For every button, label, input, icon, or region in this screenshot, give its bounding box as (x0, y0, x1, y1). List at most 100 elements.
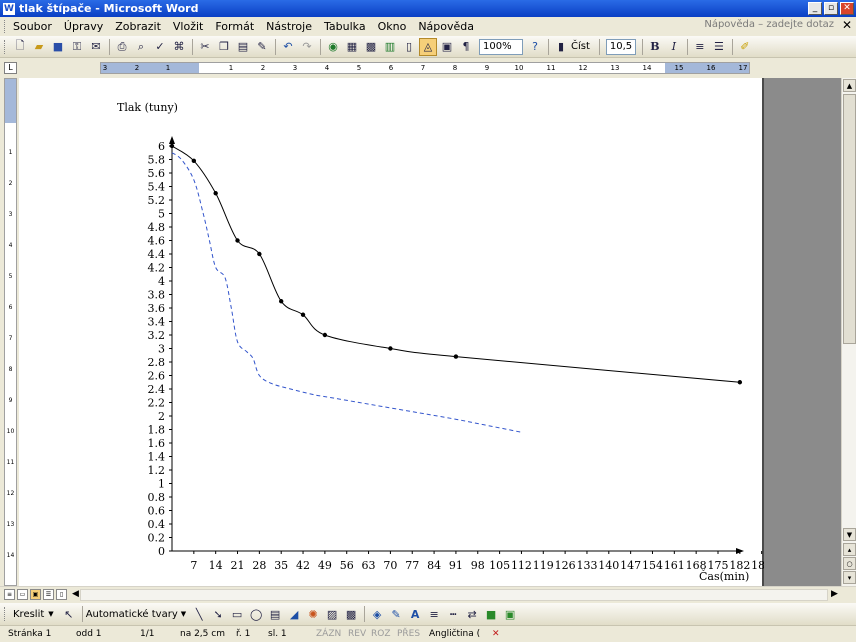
arrow-icon[interactable]: ➘ (209, 605, 227, 623)
close-document-button[interactable]: ✕ (842, 18, 852, 32)
draw-menu[interactable]: Kreslit (13, 609, 44, 620)
save-icon[interactable]: ■ (49, 38, 67, 56)
help-icon[interactable]: ? (526, 38, 544, 56)
menu-grip[interactable] (4, 20, 7, 33)
horizontal-scroll-track[interactable] (80, 589, 828, 601)
drawing-icon[interactable]: ◬ (419, 37, 437, 56)
diagram-icon[interactable]: ✺ (304, 605, 322, 623)
web-view-button[interactable]: ▭ (17, 589, 28, 600)
dash-style-icon[interactable]: ┅ (444, 605, 462, 623)
font-size-select[interactable]: 10,5 (605, 38, 636, 55)
help-search-box[interactable]: Nápověda – zadejte dotaz (704, 19, 834, 30)
open-icon[interactable]: ▰ (30, 38, 48, 56)
restore-button[interactable]: ▫ (824, 2, 838, 15)
arrow-style-icon[interactable]: ⇄ (463, 605, 481, 623)
fill-color-icon[interactable]: ◈ (368, 605, 386, 623)
menu-okno[interactable]: Okno (378, 20, 407, 33)
document-page[interactable]: 0 0.2 0.4 0.6 0.8 1 1.2 1.4 1.6 1.8 2 2.2 2.4 2.6 2.8 3… (19, 78, 772, 586)
font-color-icon[interactable]: A (406, 605, 424, 623)
line-color-icon[interactable]: ✎ (387, 605, 405, 623)
insert-excel-icon[interactable]: ▥ (381, 38, 399, 56)
scroll-left-icon[interactable]: ◀ (72, 589, 79, 599)
format-painter-icon[interactable]: ✎ (253, 38, 271, 56)
scroll-up-button[interactable]: ▲ (843, 79, 856, 92)
permission-icon[interactable]: ⚿ (68, 38, 86, 56)
hyperlink-icon[interactable]: ◉ (324, 38, 342, 56)
spelling-icon[interactable]: ✓ (151, 38, 169, 56)
menu-zobrazit[interactable]: Zobrazit (115, 20, 161, 33)
highlight-icon[interactable]: ✐ (736, 38, 754, 56)
status-language[interactable]: Angličtina ( (429, 629, 480, 639)
3d-icon[interactable]: ▣ (501, 605, 519, 623)
read-icon[interactable]: ▮ (552, 38, 570, 56)
toolbar-separator (364, 606, 366, 622)
italic-button[interactable]: I (665, 38, 683, 56)
print-icon[interactable]: ⎙ (113, 38, 131, 56)
ruler-number: 3 (292, 64, 298, 72)
bold-button[interactable]: B (646, 38, 664, 56)
autoshapes-arrow-icon[interactable]: ▼ (181, 610, 186, 618)
undo-icon[interactable]: ↶ (279, 38, 297, 56)
normal-view-button[interactable]: ≡ (4, 589, 15, 600)
status-track-changes[interactable]: REV (348, 629, 366, 639)
scroll-right-icon[interactable]: ▶ (831, 589, 838, 599)
columns-icon[interactable]: ▯ (400, 38, 418, 56)
menu-format[interactable]: Formát (215, 20, 254, 33)
menu-nastroje[interactable]: Nástroje (266, 20, 312, 33)
autoshapes-menu[interactable]: Automatické tvary (86, 609, 178, 620)
insert-table-icon[interactable]: ▩ (362, 38, 380, 56)
select-objects-icon[interactable]: ↖ (60, 605, 78, 623)
line-icon[interactable]: ╲ (190, 605, 208, 623)
justify-icon[interactable]: ☰ (710, 38, 728, 56)
redo-icon[interactable]: ↷ (298, 38, 316, 56)
tab-selector[interactable]: L (4, 62, 17, 74)
clipart-icon[interactable]: ▨ (323, 605, 341, 623)
previous-page-button[interactable]: ▴ (843, 543, 856, 556)
browse-object-button[interactable]: ○ (843, 557, 856, 570)
read-label[interactable]: Číst (571, 41, 590, 52)
menu-vlozit[interactable]: Vložit (173, 20, 203, 33)
scroll-down-button[interactable]: ▼ (843, 528, 856, 541)
outline-view-button[interactable]: ☰ (43, 589, 54, 600)
copy-icon[interactable]: ❐ (215, 38, 233, 56)
draw-menu-arrow-icon[interactable]: ▼ (48, 610, 53, 618)
email-icon[interactable]: ✉ (87, 38, 105, 56)
align-left-icon[interactable]: ≡ (691, 38, 709, 56)
close-window-button[interactable]: ✕ (840, 2, 854, 15)
drawbar-grip[interactable] (4, 607, 7, 621)
menu-soubor[interactable]: Soubor (13, 20, 52, 33)
next-page-button[interactable]: ▾ (843, 571, 856, 584)
line-style-icon[interactable]: ≡ (425, 605, 443, 623)
print-preview-icon[interactable]: ⌕ (132, 38, 150, 56)
status-extend[interactable]: ROZ (371, 629, 391, 639)
print-layout-button[interactable]: ▣ (30, 589, 41, 600)
menu-napoveda[interactable]: Nápověda (418, 20, 474, 33)
vertical-ruler[interactable]: 1 2 3 4 5 6 7 8 9 10 11 12 13 14 (4, 78, 17, 586)
zoom-select[interactable]: 100% (479, 38, 523, 55)
reading-view-button[interactable]: ▯ (56, 589, 67, 600)
status-overtype[interactable]: PŘES (397, 629, 420, 639)
horizontal-ruler[interactable]: 3 2 1 1 2 3 4 5 6 7 8 9 10 11 12 13 14 15 16 17 (100, 62, 750, 74)
document-map-icon[interactable]: ▣ (438, 38, 456, 56)
scroll-thumb[interactable] (843, 94, 856, 344)
tables-borders-icon[interactable]: ▦ (343, 38, 361, 56)
new-document-icon[interactable]: 🗋 (11, 38, 29, 56)
cut-icon[interactable]: ✂ (196, 38, 214, 56)
x-tick-label: 91 (449, 559, 463, 572)
show-hide-icon[interactable]: ¶ (457, 38, 475, 56)
wordart-icon[interactable]: ◢ (285, 605, 303, 623)
vertical-scrollbar[interactable]: ▲ ▼ ▴ ○ ▾ (841, 78, 856, 586)
shadow-icon[interactable]: ■ (482, 605, 500, 623)
textbox-icon[interactable]: ▤ (266, 605, 284, 623)
toolbar-grip[interactable] (4, 39, 7, 54)
spelling-status-icon[interactable]: ✕ (492, 629, 500, 639)
menu-tabulka[interactable]: Tabulka (324, 20, 366, 33)
oval-icon[interactable]: ◯ (247, 605, 265, 623)
research-icon[interactable]: ⌘ (170, 38, 188, 56)
paste-icon[interactable]: ▤ (234, 38, 252, 56)
menu-upravy[interactable]: Úpravy (64, 20, 103, 33)
picture-icon[interactable]: ▩ (342, 605, 360, 623)
minimize-button[interactable]: _ (808, 2, 822, 15)
status-record-macro[interactable]: ZÁZN (316, 629, 341, 639)
rectangle-icon[interactable]: ▭ (228, 605, 246, 623)
